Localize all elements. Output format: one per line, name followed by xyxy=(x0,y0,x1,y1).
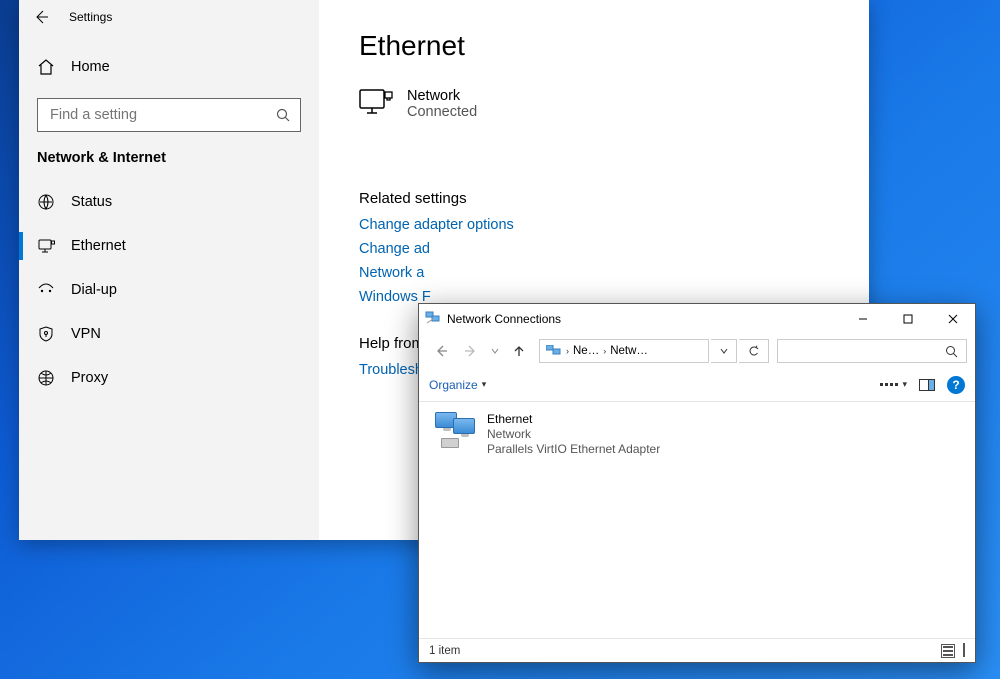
connection-list-item[interactable]: Ethernet Network Parallels VirtIO Ethern… xyxy=(433,412,961,457)
explorer-window: Network Connections › Ne… › Netw… xyxy=(418,303,976,663)
nav-history-dropdown[interactable] xyxy=(487,337,503,365)
nav-label: VPN xyxy=(71,326,101,342)
dialup-icon xyxy=(37,281,55,299)
dropdown-icon: ▾ xyxy=(482,379,487,390)
nav-label: Proxy xyxy=(71,370,108,386)
nav-item-vpn[interactable]: VPN xyxy=(19,312,319,356)
explorer-toolbar: Organize ▾ ▾ ? xyxy=(419,368,975,402)
nav-item-ethernet[interactable]: Ethernet xyxy=(19,224,319,268)
nav-list: Status Ethernet Dial-up VPN xyxy=(19,180,319,400)
ethernet-icon xyxy=(37,237,55,255)
settings-titlebar: Settings xyxy=(19,0,319,34)
related-settings-heading: Related settings xyxy=(359,190,869,207)
nav-label: Dial-up xyxy=(71,282,117,298)
explorer-statusbar: 1 item xyxy=(419,638,975,662)
status-item-count: 1 item xyxy=(429,645,460,657)
search-box[interactable] xyxy=(37,98,301,132)
explorer-minimize-button[interactable] xyxy=(840,304,885,334)
connection-item[interactable]: Network Connected xyxy=(359,88,869,120)
nav-forward-button[interactable] xyxy=(457,337,485,365)
page-heading: Ethernet xyxy=(359,30,869,62)
search-icon xyxy=(276,108,290,122)
address-bar[interactable]: › Ne… › Netw… xyxy=(539,339,709,363)
settings-sidebar: Settings Home Network & Internet Status xyxy=(19,0,319,540)
proxy-icon xyxy=(37,369,55,387)
explorer-content[interactable]: Ethernet Network Parallels VirtIO Ethern… xyxy=(419,402,975,638)
nav-up-button[interactable] xyxy=(505,337,533,365)
chevron-right-icon: › xyxy=(566,346,569,356)
crumb-part-2[interactable]: Netw… xyxy=(610,345,648,357)
nav-label: Ethernet xyxy=(71,238,126,254)
large-icons-view-button[interactable] xyxy=(963,644,965,658)
monitor-icon xyxy=(359,89,393,119)
nav-item-proxy[interactable]: Proxy xyxy=(19,356,319,400)
details-view-button[interactable] xyxy=(941,644,955,658)
status-icon xyxy=(37,193,55,211)
category-header: Network & Internet xyxy=(19,132,319,174)
explorer-search-box[interactable] xyxy=(777,339,967,363)
organize-button[interactable]: Organize xyxy=(429,378,478,392)
item-network: Network xyxy=(487,427,660,442)
explorer-title: Network Connections xyxy=(447,312,561,326)
link-change-adapter[interactable]: Change adapter options xyxy=(359,217,869,233)
preview-pane-button[interactable] xyxy=(919,379,935,391)
explorer-close-button[interactable] xyxy=(930,304,975,334)
crumb-part-1[interactable]: Ne… xyxy=(573,345,599,357)
nav-back-button[interactable] xyxy=(427,337,455,365)
network-connections-icon xyxy=(425,311,441,327)
search-icon xyxy=(945,345,958,358)
link-advanced-sharing[interactable]: Change ad xyxy=(359,241,869,257)
explorer-navbar: › Ne… › Netw… xyxy=(419,334,975,368)
nav-home-label: Home xyxy=(71,59,110,75)
refresh-button[interactable] xyxy=(739,339,769,363)
explorer-maximize-button[interactable] xyxy=(885,304,930,334)
chevron-right-icon: › xyxy=(603,346,606,356)
search-input[interactable] xyxy=(48,106,276,124)
connection-name: Network xyxy=(407,88,477,104)
nav-label: Status xyxy=(71,194,112,210)
item-adapter: Parallels VirtIO Ethernet Adapter xyxy=(487,442,660,457)
back-button[interactable] xyxy=(19,0,63,34)
item-name: Ethernet xyxy=(487,412,660,427)
address-dropdown[interactable] xyxy=(711,339,737,363)
app-title: Settings xyxy=(63,10,112,24)
nav-item-status[interactable]: Status xyxy=(19,180,319,224)
nav-home[interactable]: Home xyxy=(19,44,319,90)
home-icon xyxy=(37,58,55,76)
connection-status: Connected xyxy=(407,104,477,120)
explorer-titlebar: Network Connections xyxy=(419,304,975,334)
ethernet-adapter-icon xyxy=(433,412,477,452)
nav-item-dialup[interactable]: Dial-up xyxy=(19,268,319,312)
view-icons-button[interactable]: ▾ xyxy=(880,379,907,390)
address-icon xyxy=(546,345,562,357)
vpn-icon xyxy=(37,325,55,343)
link-network-sharing-center[interactable]: Network a xyxy=(359,265,869,281)
help-button[interactable]: ? xyxy=(947,376,965,394)
